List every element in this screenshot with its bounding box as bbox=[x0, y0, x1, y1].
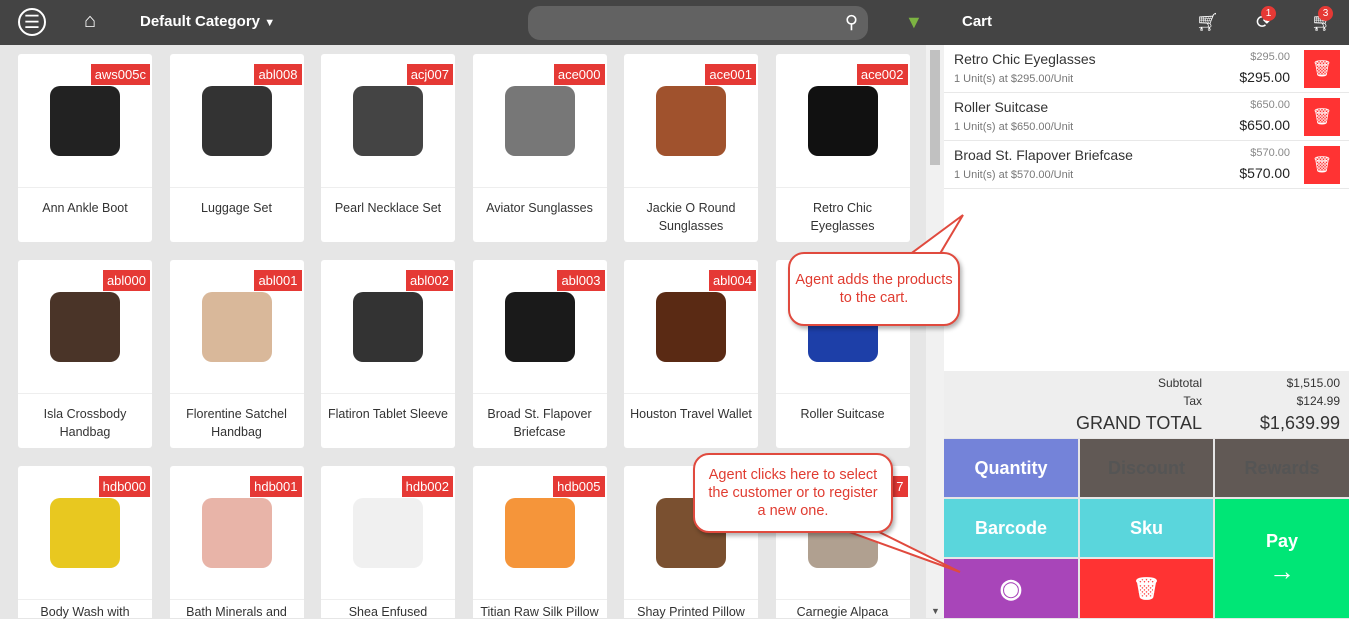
callout-pointers bbox=[829, 214, 964, 573]
callout-cart: Agent adds the products to the cart. bbox=[788, 252, 960, 326]
callout-customer: Agent clicks here to select the customer… bbox=[693, 453, 893, 533]
